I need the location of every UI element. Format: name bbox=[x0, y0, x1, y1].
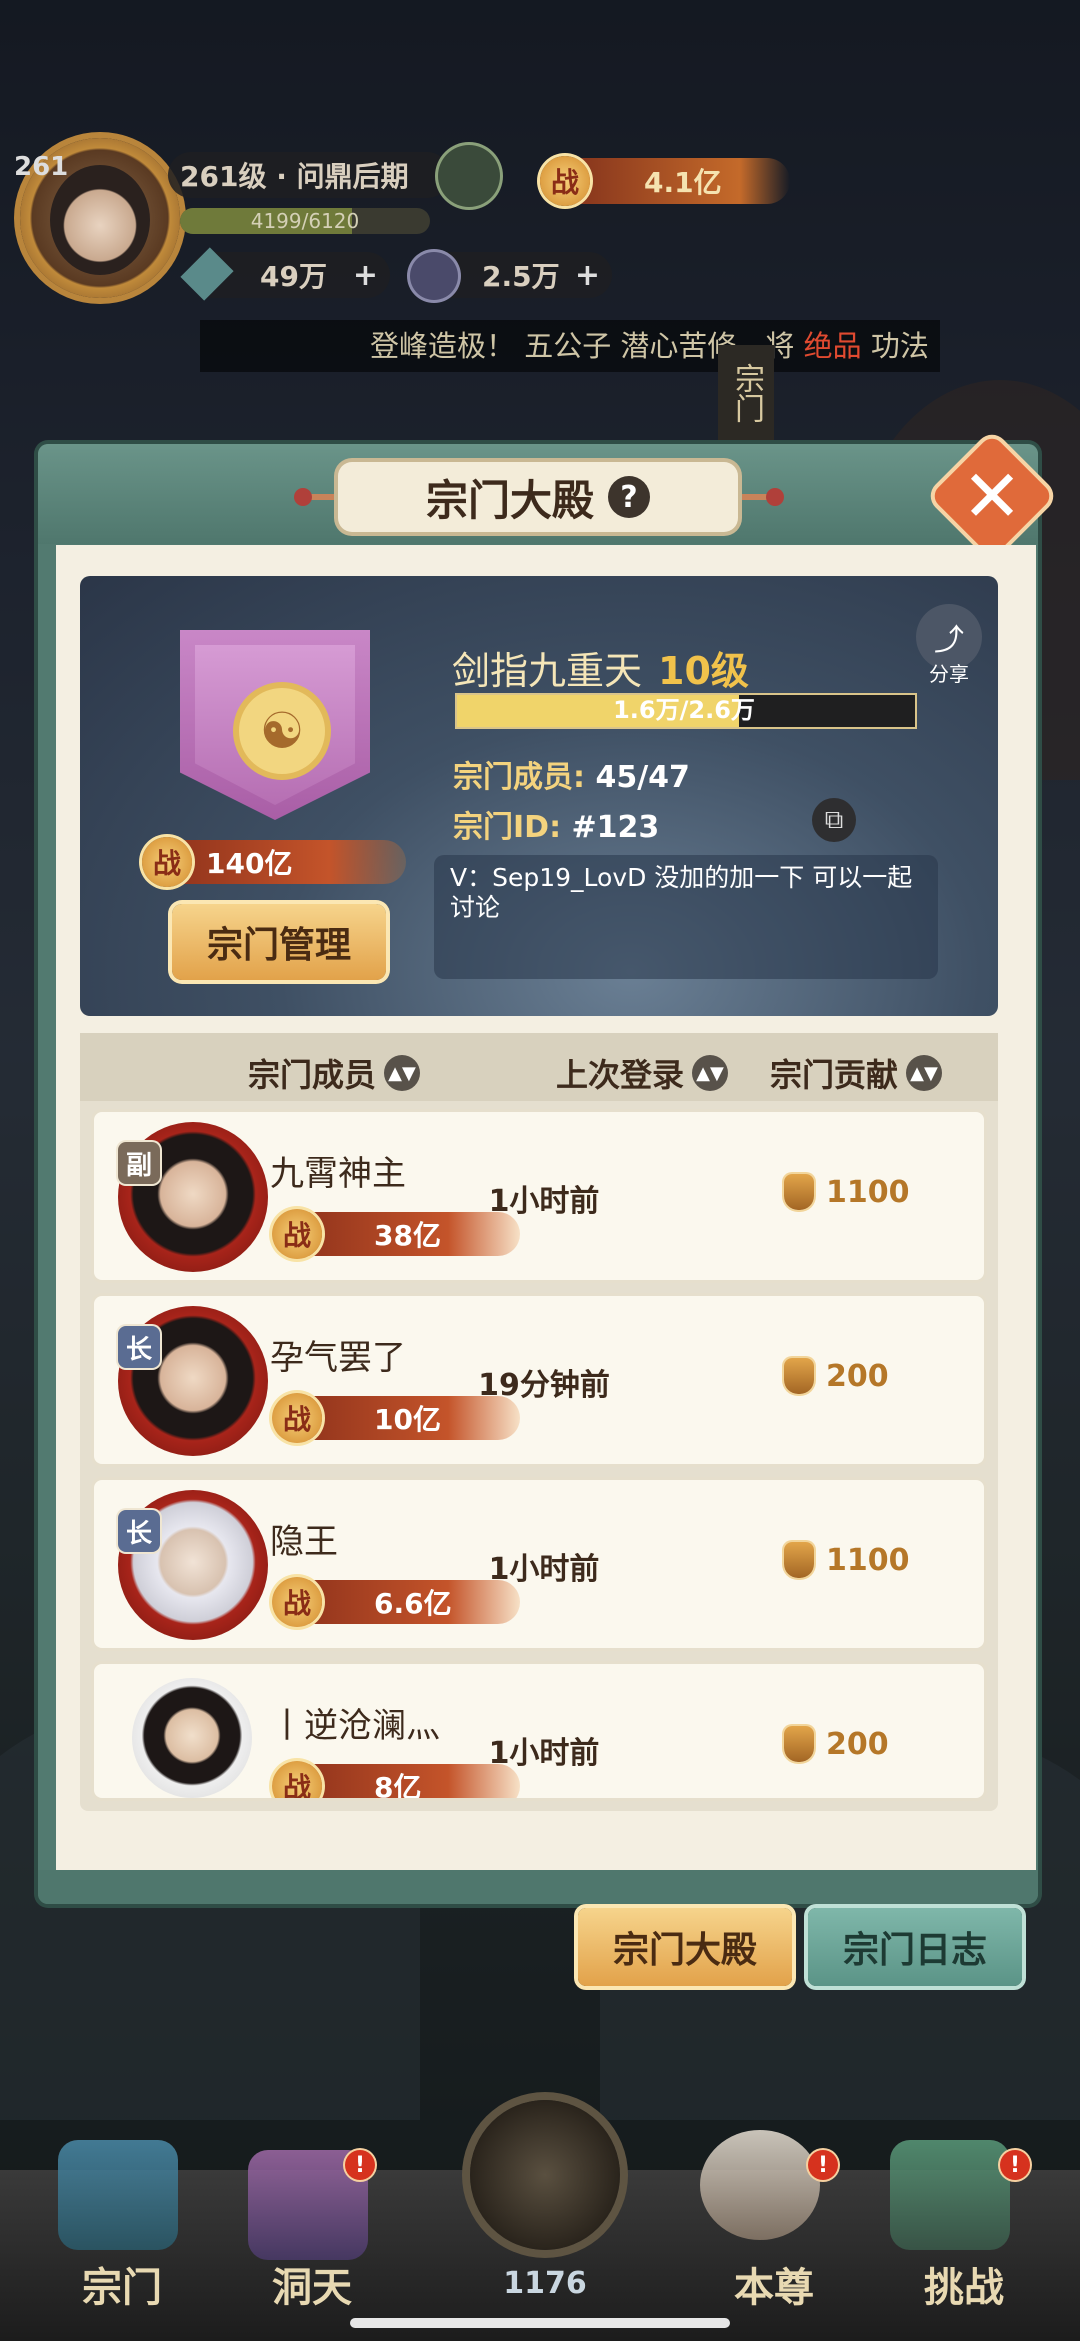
side-sign: 宗门 bbox=[718, 345, 774, 440]
add-jade-button[interactable]: + bbox=[353, 258, 378, 293]
marquee-text-end: 功法 bbox=[861, 329, 929, 363]
close-button[interactable]: ✕ bbox=[948, 452, 1036, 540]
realm-bar: 261级 · 问鼎后期 bbox=[168, 152, 450, 198]
member-contribution: 1100 bbox=[784, 1174, 910, 1210]
panel-title-plaque: 宗门大殿 ? bbox=[338, 462, 738, 532]
id-value: #123 bbox=[571, 810, 660, 845]
power-icon: 战 bbox=[272, 1209, 322, 1259]
sect-manage-button[interactable]: 宗门管理 bbox=[172, 904, 386, 980]
nav-item-self[interactable]: 本尊 bbox=[694, 2255, 854, 2313]
member-last-login: 1小时前 bbox=[488, 1552, 600, 1587]
help-icon[interactable]: ? bbox=[608, 476, 650, 518]
cauldron-icon[interactable] bbox=[438, 145, 500, 207]
sect-name-text: 剑指九重天 bbox=[452, 649, 643, 693]
nav-item-sect[interactable]: 宗门 bbox=[42, 2255, 202, 2313]
nav-alert-badge: ! bbox=[345, 2150, 375, 2180]
member-contribution: 1100 bbox=[784, 1542, 910, 1578]
member-last-login: 1小时前 bbox=[488, 1184, 600, 1219]
member-contribution-value: 1100 bbox=[826, 1542, 910, 1578]
orb-icon bbox=[410, 252, 458, 300]
sect-exp-text: 1.6万/2.6万 bbox=[613, 696, 755, 724]
center-counter: 1176 bbox=[503, 2266, 587, 2301]
panel-title: 宗门大殿 bbox=[425, 475, 594, 525]
realm-label: 261级 · 问鼎后期 bbox=[180, 160, 409, 193]
center-compass-button[interactable] bbox=[470, 2100, 620, 2250]
add-orb-button[interactable]: + bbox=[575, 258, 600, 293]
role-badge: 长 bbox=[118, 1326, 160, 1368]
nav-alert-badge: ! bbox=[808, 2150, 838, 2180]
power-icon: 战 bbox=[272, 1577, 322, 1627]
col-header-contrib[interactable]: 宗门贡献 ▲▼ bbox=[770, 1050, 943, 1096]
rope-knot-left bbox=[294, 488, 312, 506]
sect-emblem-icon: ☯ bbox=[233, 682, 331, 780]
power-icon: 战 bbox=[272, 1761, 322, 1798]
currency-jade-value: 49万 bbox=[260, 260, 327, 293]
panel-footer bbox=[38, 1870, 1038, 1904]
sort-icon[interactable]: ▲▼ bbox=[384, 1055, 421, 1091]
sect-level: 10级 bbox=[658, 649, 749, 693]
member-contribution-value: 200 bbox=[826, 1726, 889, 1762]
nav-item-challenge[interactable]: 挑战 bbox=[884, 2255, 1044, 2313]
member-contribution: 200 bbox=[784, 1726, 889, 1762]
hero-portrait-icon[interactable] bbox=[700, 2130, 820, 2240]
player-exp-text: 4199/6120 bbox=[250, 209, 360, 233]
tab-sect-log[interactable]: 宗门日志 bbox=[808, 1908, 1022, 1986]
contribution-token-icon bbox=[784, 1358, 814, 1394]
members-label: 宗门成员: bbox=[453, 760, 585, 795]
sect-members: 宗门成员: 45/47 bbox=[453, 752, 690, 796]
copy-id-icon[interactable]: ⧉ bbox=[812, 798, 856, 842]
member-power-value: 6.6亿 bbox=[374, 1587, 452, 1620]
player-level: 261 bbox=[14, 152, 69, 182]
col-header-member-label: 宗门成员 bbox=[248, 1056, 377, 1094]
col-header-contrib-label: 宗门贡献 bbox=[770, 1056, 899, 1094]
nav-item-grotto[interactable]: 洞天 bbox=[232, 2255, 392, 2313]
member-last-login: 1小时前 bbox=[488, 1736, 600, 1771]
col-header-member[interactable]: 宗门成员 ▲▼ bbox=[248, 1050, 421, 1096]
broadcast-marquee: 登峰造极！ 五公子 潜心苦修，将 绝品 功法 bbox=[200, 320, 940, 372]
member-contribution-value: 1100 bbox=[826, 1174, 910, 1210]
member-power-value: 10亿 bbox=[374, 1403, 441, 1436]
member-contribution-value: 200 bbox=[826, 1358, 889, 1394]
rope-knot-right bbox=[766, 488, 784, 506]
home-indicator[interactable] bbox=[350, 2318, 730, 2328]
sect-power: 战 140亿 bbox=[142, 837, 406, 887]
contribution-token-icon bbox=[784, 1174, 814, 1210]
members-value: 45/47 bbox=[595, 760, 690, 795]
power-icon: 战 bbox=[142, 837, 192, 887]
col-header-login[interactable]: 上次登录 ▲▼ bbox=[556, 1050, 729, 1096]
member-row[interactable]: 长 孕气罢了 战 10亿 19分钟前 200 bbox=[94, 1296, 984, 1464]
member-row[interactable]: 副 九霄神主 战 38亿 1小时前 1100 bbox=[94, 1112, 984, 1280]
currency-orb-value: 2.5万 bbox=[482, 260, 560, 293]
sect-id: 宗门ID: #123 bbox=[453, 802, 659, 846]
challenge-icon[interactable] bbox=[890, 2140, 1010, 2250]
power-icon: 战 bbox=[540, 156, 590, 206]
role-badge: 长 bbox=[118, 1510, 160, 1552]
player-power-value: 4.1亿 bbox=[644, 166, 722, 199]
sort-icon[interactable]: ▲▼ bbox=[906, 1055, 943, 1091]
member-avatar[interactable] bbox=[132, 1678, 252, 1798]
nav-alert-badge: ! bbox=[1000, 2150, 1030, 2180]
role-badge: 副 bbox=[118, 1142, 160, 1184]
player-exp-bar: 4199/6120 bbox=[180, 208, 430, 234]
contribution-token-icon bbox=[784, 1726, 814, 1762]
member-row[interactable]: 长 隐王 战 6.6亿 1小时前 1100 bbox=[94, 1480, 984, 1648]
member-contribution: 200 bbox=[784, 1358, 889, 1394]
id-label: 宗门ID: bbox=[453, 810, 562, 845]
sect-power-value: 140亿 bbox=[206, 847, 293, 880]
member-power-value: 38亿 bbox=[374, 1219, 441, 1252]
player-power-bar: 战 4.1亿 bbox=[540, 156, 790, 206]
sect-notice[interactable]: V：Sep19_LovD 没加的加一下 可以一起讨论 bbox=[434, 855, 938, 979]
sect-name: 剑指九重天 10级 bbox=[452, 640, 749, 695]
tab-sect-hall[interactable]: 宗门大殿 bbox=[578, 1908, 792, 1986]
col-header-login-label: 上次登录 bbox=[556, 1056, 685, 1094]
member-name: 隐王 bbox=[270, 1522, 338, 1562]
member-last-login: 19分钟前 bbox=[478, 1368, 610, 1403]
power-icon: 战 bbox=[272, 1393, 322, 1443]
sort-icon[interactable]: ▲▼ bbox=[692, 1055, 729, 1091]
contribution-token-icon bbox=[784, 1542, 814, 1578]
share-label[interactable]: 分享 bbox=[916, 658, 982, 687]
sect-building-icon[interactable] bbox=[58, 2140, 178, 2250]
member-row[interactable]: 丨逆沧澜灬 战 8亿 1小时前 200 bbox=[94, 1664, 984, 1798]
marquee-highlight: 绝品 bbox=[803, 329, 862, 363]
